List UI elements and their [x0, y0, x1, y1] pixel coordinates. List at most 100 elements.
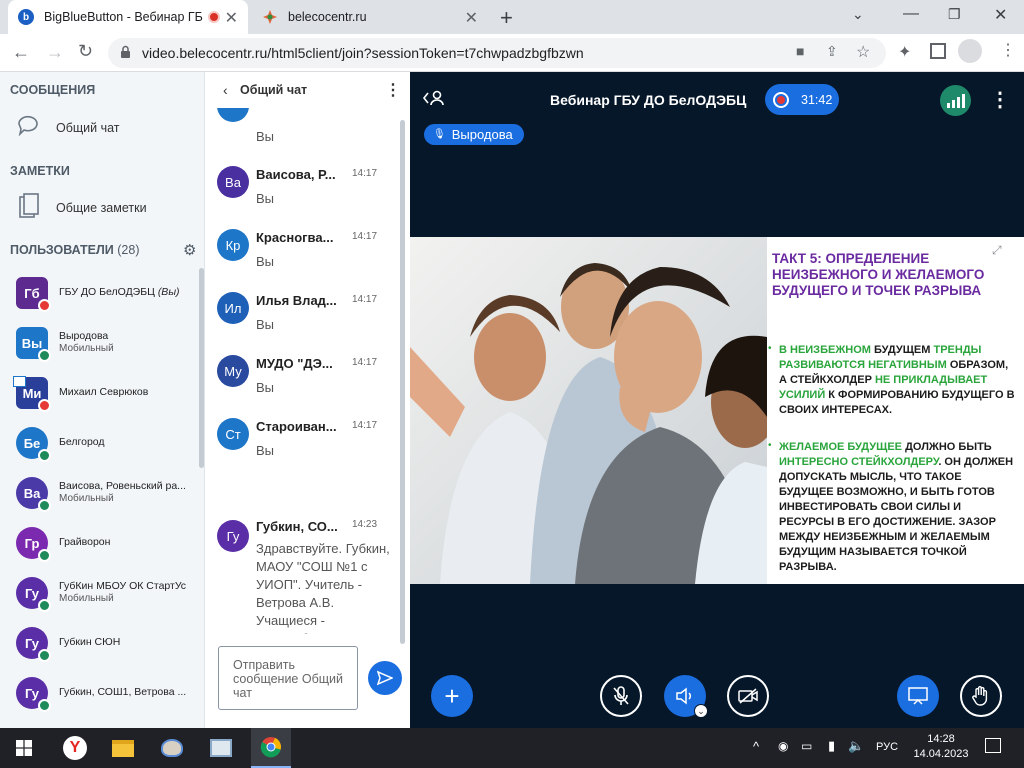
notes-section-title: ЗАМЕТКИ: [10, 164, 70, 178]
avatar-initials: Ми: [22, 385, 42, 401]
profile-avatar-icon[interactable]: [958, 39, 982, 63]
user-list-scrollbar[interactable]: [199, 268, 204, 468]
public-chat-item[interactable]: Общий чат: [0, 108, 204, 148]
share-webcam-button[interactable]: [727, 675, 769, 717]
chat-panel: ‹ Общий чат ⋮ Вы Ва Ваисова, Р... 14:17 Вы К…: [205, 72, 410, 728]
user-list-item[interactable]: Гу Губкин, СОШ1, Ветрова ...: [0, 670, 200, 720]
public-chat-label: Общий чат: [56, 121, 120, 135]
new-tab-button[interactable]: +: [500, 5, 513, 31]
tray-language[interactable]: РУС: [876, 741, 898, 753]
fullscreen-icon[interactable]: ⤢: [992, 243, 1002, 258]
chat-timestamp: 14:17: [352, 420, 378, 431]
user-list-item[interactable]: Ва Ваисова, Ровеньский ра... Мобильный: [0, 470, 200, 520]
user-name: Губкин СЮН: [59, 636, 121, 648]
bbb-favicon-icon: b: [18, 9, 34, 25]
recording-timer: 31:42: [801, 92, 833, 107]
options-menu-icon[interactable]: ⋮: [990, 87, 1010, 112]
user-name: Ваисова, Ровеньский ра...: [59, 480, 186, 492]
send-message-button[interactable]: [368, 661, 402, 695]
reload-button[interactable]: ↻: [78, 41, 93, 62]
chat-scrollbar[interactable]: [400, 120, 405, 644]
raise-hand-button[interactable]: [960, 675, 1002, 717]
user-name: ГБУ ДО БелОДЭБЦ: [59, 286, 155, 298]
share-icon[interactable]: ⇪: [826, 43, 838, 60]
chat-message-text: Вы: [256, 129, 275, 144]
chat-input-placeholder: Отправить сообщение Общий чат: [233, 658, 343, 700]
browser-menu-icon[interactable]: ⋮: [1000, 40, 1016, 60]
actions-plus-button[interactable]: +: [431, 675, 473, 717]
camera-off-icon: [738, 688, 758, 704]
tab-bigbluebutton[interactable]: b BigBlueButton - Вебинар ГБ ✕: [8, 0, 248, 34]
chat-message-input[interactable]: Отправить сообщение Общий чат: [218, 646, 358, 710]
talking-indicator[interactable]: 🎙 Выродова: [424, 124, 524, 145]
user-list-item[interactable]: Бе Белгород: [0, 420, 200, 470]
recording-button[interactable]: 31:42: [765, 84, 839, 115]
minimize-button[interactable]: —: [903, 5, 919, 23]
back-button[interactable]: ←: [12, 42, 30, 63]
windows-start-icon[interactable]: [4, 728, 44, 768]
close-tab-icon[interactable]: ✕: [225, 8, 238, 28]
file-explorer-icon[interactable]: [103, 728, 143, 768]
notification-center-icon[interactable]: [985, 738, 1001, 753]
avatar-initials: Ил: [224, 300, 242, 316]
tray-network-icon[interactable]: ▭: [801, 739, 812, 753]
messages-section-title: СООБЩЕНИЯ: [10, 83, 96, 97]
user-list-item[interactable]: Гр Грайворон: [0, 520, 200, 570]
user-you-suffix: (Вы): [157, 286, 180, 298]
users-count: (28): [117, 243, 140, 257]
tab-search-chevron-icon[interactable]: ⌄: [852, 6, 864, 23]
user-list-item[interactable]: Гб ГБУ ДО БелОДЭБЦ (Вы): [0, 270, 200, 320]
listen-only-badge-icon: [38, 699, 51, 712]
users-title-text: ПОЛЬЗОВАТЕЛИ: [10, 243, 114, 257]
forward-button[interactable]: →: [46, 42, 64, 63]
user-list-item[interactable]: Гу ГубКин МБОУ ОК СтартУс Мобильный: [0, 570, 200, 620]
chat-avatar: Гу: [217, 520, 249, 552]
users-settings-gear-icon[interactable]: ⚙: [183, 241, 196, 259]
yandex-browser-icon[interactable]: Y: [55, 728, 95, 768]
side-panel-icon[interactable]: [930, 43, 946, 59]
unmute-button[interactable]: [600, 675, 642, 717]
user-list-item[interactable]: Вы Выродова Мобильный: [0, 320, 200, 370]
chat-header-title[interactable]: Общий чат: [240, 83, 307, 97]
chat-back-chevron-icon[interactable]: ‹: [223, 82, 228, 98]
connection-status-button[interactable]: [940, 85, 971, 116]
chat-sender-name: Ваисова, Р...: [256, 167, 336, 182]
maximize-button[interactable]: ❐: [948, 6, 961, 23]
chat-avatar: Му: [217, 355, 249, 387]
bullet-highlight: В НЕИЗБЕЖНОМ: [779, 344, 871, 356]
tray-camera-icon[interactable]: ◉: [778, 739, 788, 753]
presentation-area: Вебинар ГБУ ДО БелОДЭБЦ 31:42 ⋮ 🎙 Выродо…: [410, 72, 1024, 728]
remote-desktop-icon[interactable]: [201, 728, 241, 768]
extensions-icon[interactable]: ✦: [898, 42, 911, 62]
presentation-toggle-button[interactable]: [897, 675, 939, 717]
chat-timestamp: 14:17: [352, 231, 378, 242]
chrome-taskbar-icon[interactable]: [251, 728, 291, 768]
chat-options-icon[interactable]: ⋮: [385, 80, 401, 100]
listen-only-badge-icon: [38, 549, 51, 562]
tray-volume-icon[interactable]: 🔈: [848, 738, 864, 754]
shared-notes-item[interactable]: Общие заметки: [0, 188, 204, 228]
user-list-item[interactable]: Гу Губкин СЮН: [0, 620, 200, 670]
bookmark-star-icon[interactable]: ☆: [856, 42, 870, 62]
audio-settings-chevron-icon[interactable]: ⌄: [694, 704, 708, 718]
notes-document-icon: [18, 193, 40, 226]
user-name: Грайворон: [59, 536, 111, 548]
tray-microphone-icon[interactable]: ▮: [828, 738, 835, 754]
tab-belecocentr[interactable]: belecocentr.ru ✕: [252, 0, 488, 34]
camera-permission-icon[interactable]: ■: [796, 43, 804, 59]
tray-expand-chevron-icon[interactable]: ^: [753, 739, 759, 754]
address-bar[interactable]: video.belecocentr.ru/html5client/join?se…: [108, 38, 886, 68]
avatar-initials: Бе: [23, 435, 41, 451]
avatar-initials: Ст: [225, 426, 241, 442]
tray-clock[interactable]: 14:28 14.04.2023: [911, 732, 971, 762]
paint-app-icon[interactable]: [152, 728, 192, 768]
avatar-initials: Гр: [24, 535, 40, 551]
close-window-button[interactable]: ✕: [994, 5, 1007, 25]
chat-message-text: Вы: [256, 191, 275, 206]
user-list-item[interactable]: Ми Михаил Севрюков: [0, 370, 200, 420]
toggle-userlist-button[interactable]: [422, 89, 446, 112]
slide-title-line: ТАКТ 5: ОПРЕДЕЛЕНИЕ: [772, 251, 930, 266]
url-text: video.belecocentr.ru/html5client/join?se…: [142, 45, 584, 61]
slide-title-line: НЕИЗБЕЖНОГО И ЖЕЛАЕМОГО: [772, 267, 985, 282]
close-tab-icon[interactable]: ✕: [465, 8, 478, 28]
